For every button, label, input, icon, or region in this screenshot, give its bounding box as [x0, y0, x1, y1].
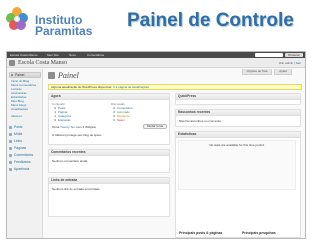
recent-drafts-empty: Não há rascunhos no momento.	[179, 119, 222, 123]
sidebar-label: Posts	[14, 125, 23, 129]
sidebar-label: Aparência	[14, 167, 30, 171]
sidebar-item-feedbacks[interactable]: Feedbacks	[9, 160, 31, 165]
sidebar-label: Mídia	[14, 132, 23, 136]
discussion-row-spam[interactable]: 0 Spam	[111, 118, 125, 122]
widget-recent-drafts: Rascunhos recentes Não há rascunhos no m…	[175, 109, 301, 127]
slide-title: Painel de Controle	[127, 10, 294, 31]
sidebar-item-media[interactable]: Mídia	[9, 132, 22, 137]
site-name[interactable]: Escola Costa Manso	[18, 59, 67, 67]
theme-suffix: com 6 Widgets	[76, 125, 96, 129]
feedback-icon	[9, 161, 12, 164]
sidebar-dashboard-label: Painel	[15, 73, 25, 77]
update-notice: Alguma atualização do WordPress disponív…	[48, 84, 302, 90]
sidebar-item-posts[interactable]: Posts	[9, 125, 22, 130]
slide: Instituto Paramitas Painel de Controle E…	[0, 0, 320, 240]
user-greeting: Olá, admin | Sair	[278, 61, 301, 65]
appearance-icon	[9, 168, 12, 171]
stats-top-searches-label: Principais pesquisas	[242, 231, 276, 235]
widget-quickpress-title[interactable]: QuickPress	[176, 94, 300, 100]
admin-bar-search-button[interactable]: Procurar	[285, 53, 303, 57]
theme-prefix: Tema	[52, 125, 60, 129]
widget-stats-title: Estatísticas	[176, 132, 300, 138]
sidebar-item-links[interactable]: Links	[9, 139, 22, 144]
paramitas-flower-icon	[6, 7, 28, 30]
admin-sidebar: Painel Início do Blog Meus Comentários L…	[7, 69, 43, 238]
site-home-icon	[9, 60, 15, 66]
logout-link[interactable]: Sair	[296, 61, 301, 65]
sidebar-label: Feedbacks	[14, 160, 31, 164]
comments-icon	[9, 154, 12, 157]
links-icon	[9, 140, 12, 143]
sidebar-label: Comentários	[14, 153, 34, 157]
sidebar-item-appearance[interactable]: Aparência	[9, 167, 29, 172]
discussion-count: 0	[113, 118, 115, 122]
widget-recent-comments-title: Comentários recentes	[49, 150, 169, 156]
content-label: Etiquetas	[58, 118, 71, 122]
tab-screen-options[interactable]: Opções de Tela	[242, 69, 272, 75]
content-row-tags[interactable]: 0 Etiquetas	[52, 118, 71, 122]
sidebar-label: Links	[14, 139, 22, 143]
incoming-links-text: Nenhum link de entrada encontrado.	[52, 187, 101, 191]
widget-incoming-links-title: Links de entrada	[49, 178, 169, 184]
page-title: Painel	[58, 71, 79, 80]
theme-name-link[interactable]: Twenty Ten	[60, 125, 75, 129]
widget-agora-title: Agora	[49, 94, 169, 100]
widget-agora: Agora Conteúdo Discussão 0 Posts 1 Página …	[48, 93, 170, 145]
stats-chart-area: No stats are available for this time per…	[178, 140, 296, 190]
stats-top-posts-label: Principais posts & páginas	[179, 231, 223, 235]
sidebar-item-comments[interactable]: Comentários	[9, 153, 33, 158]
widget-recent-comments: Comentários recentes Nenhum comentário a…	[48, 149, 170, 173]
dashboard-icon	[11, 74, 13, 76]
admin-bar-search-input[interactable]	[255, 53, 283, 57]
notice-text: Alguma atualização do WordPress disponív…	[51, 85, 113, 89]
site-header: Escola Costa Manso Olá, admin | Sair	[7, 58, 305, 68]
sidebar-item-akismet[interactable]: Akismet	[11, 114, 22, 118]
greeting-text: Olá, admin	[278, 61, 294, 65]
wordpress-dashboard-screenshot: Escola Costa Manso Meu Site Novo Comentá…	[6, 51, 306, 239]
stats-empty-message: No stats are available for this time per…	[209, 143, 265, 147]
theme-info: Tema Twenty Ten com 6 Widgets	[52, 125, 96, 129]
sidebar-item-pages[interactable]: Páginas	[9, 146, 26, 151]
sidebar-label: Páginas	[14, 146, 27, 150]
posts-icon	[9, 126, 12, 129]
media-icon	[9, 133, 12, 136]
akismet-info: O Akismet protege seu blog de spam.	[52, 133, 103, 137]
pages-icon	[9, 147, 12, 150]
dashboard-main: Painel Opções de Tela Ajuda Alguma atual…	[44, 69, 305, 238]
discussion-label: Spam	[117, 118, 125, 122]
notice-update-link[interactable]: Ir à página de atualizações	[113, 85, 149, 89]
widget-quickpress: QuickPress	[175, 93, 301, 105]
logo-line2: Paramitas	[35, 24, 93, 38]
widget-recent-drafts-title: Rascunhos recentes	[176, 110, 300, 116]
sidebar-item-dashboard[interactable]: Painel	[9, 72, 41, 78]
dashboard-page-icon	[48, 72, 55, 79]
institute-logo: Instituto Paramitas	[6, 6, 114, 42]
tab-help[interactable]: Ajuda	[274, 69, 292, 75]
recent-comments-empty: Nenhum comentário ainda.	[52, 159, 89, 163]
widget-incoming-links: Links de entrada Nenhum link de entrada …	[48, 177, 170, 217]
widget-stats: Estatísticas No stats are available for …	[175, 131, 301, 238]
change-theme-button[interactable]: Mudar tema	[143, 124, 167, 129]
sidebar-subitem[interactable]: Atualizações	[11, 107, 28, 111]
content-count: 0	[54, 118, 56, 122]
